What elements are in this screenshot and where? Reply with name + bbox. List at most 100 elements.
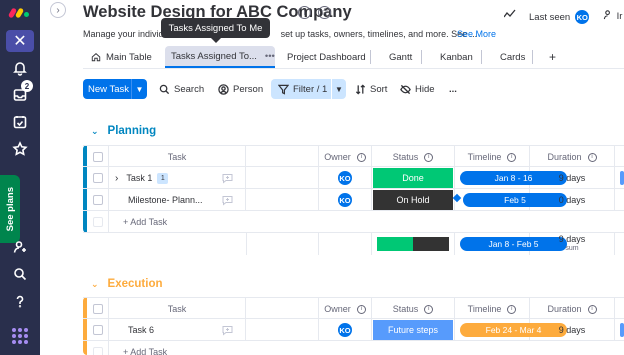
help-icon[interactable] [8, 290, 32, 312]
table-row[interactable]: Task 6 KO Future steps Feb 24 - Mar 4 9 … [83, 319, 624, 341]
summary-status-cell[interactable] [372, 233, 455, 255]
tab-gantt[interactable]: Gantt [389, 46, 412, 68]
duration-cell[interactable]: 9 days [530, 167, 615, 189]
row-checkbox[interactable] [92, 173, 103, 183]
hide-button[interactable]: Hide [400, 79, 435, 99]
add-task-input[interactable]: + Add Task [109, 341, 619, 355]
column-header-duration[interactable]: Duration i [530, 298, 615, 320]
select-all-checkbox[interactable] [92, 152, 103, 162]
status-cell[interactable]: On Hold [372, 189, 455, 211]
row-checkbox[interactable] [92, 195, 103, 205]
monday-logo[interactable] [7, 5, 32, 19]
info-icon[interactable]: i [587, 304, 597, 314]
sort-button[interactable]: Sort [355, 79, 387, 99]
group-title-execution[interactable]: ⌄ Execution [91, 278, 163, 290]
select-all-checkbox[interactable] [92, 304, 103, 314]
row-checkbox-cell[interactable] [87, 319, 109, 341]
more-actions-icon[interactable]: ... [449, 79, 457, 99]
column-header-status[interactable]: Status i [372, 146, 455, 168]
table-row[interactable]: Milestone- Plann... KO On Hold Feb 5 0 d… [83, 189, 624, 211]
column-header-owner[interactable]: Owner i [319, 298, 372, 320]
chevron-down-icon[interactable]: ⌄ [91, 279, 99, 290]
column-header-status[interactable]: Status i [372, 298, 455, 320]
chevron-down-icon[interactable]: ⌄ [91, 126, 99, 137]
search-icon[interactable] [8, 263, 32, 285]
invite-button[interactable]: Ir [603, 9, 622, 22]
task-cell[interactable]: › Task 1 1 [109, 167, 209, 189]
disabled-checkbox [92, 347, 103, 355]
add-task-input[interactable]: + Add Task [109, 211, 619, 233]
last-seen[interactable]: Last seen KO [529, 9, 591, 25]
see-more-link[interactable]: See More [457, 29, 496, 39]
board-description: Manage your individu set up tasks, owners… [83, 29, 477, 39]
new-task-button[interactable]: New Task ▼ [83, 79, 147, 99]
owner-cell[interactable]: KO [319, 167, 372, 189]
expand-subitems-chevron-icon[interactable]: › [115, 173, 118, 184]
info-icon[interactable]: i [424, 304, 434, 314]
workspace-icon[interactable]: ✕ [6, 30, 34, 52]
last-seen-label: Last seen [529, 11, 571, 23]
info-icon[interactable]: i [507, 152, 517, 162]
column-header-timeline[interactable]: Timeline i [455, 146, 530, 168]
owner-cell[interactable]: KO [319, 189, 372, 211]
row-checkbox-cell[interactable] [87, 189, 109, 211]
row-checkbox[interactable] [92, 325, 103, 335]
column-header-duration[interactable]: Duration i [530, 146, 615, 168]
group-title-planning[interactable]: ⌄ Planning [91, 125, 156, 137]
filter-button[interactable]: Filter / 1 [271, 79, 331, 99]
sort-icon [355, 83, 366, 95]
tab-kanban[interactable]: Kanban [440, 46, 473, 68]
info-icon[interactable]: i [424, 152, 434, 162]
duration-cell[interactable]: 9 days [530, 319, 615, 341]
summary-owner [319, 233, 372, 255]
column-header-owner[interactable]: Owner i [319, 146, 372, 168]
search-button[interactable]: Search [159, 79, 204, 99]
task-cell[interactable]: Milestone- Plann... [109, 189, 209, 211]
info-icon[interactable]: i [356, 152, 366, 162]
status-cell[interactable]: Future steps [372, 319, 455, 341]
collapse-sidebar-button[interactable]: › [50, 2, 66, 18]
column-header-task[interactable]: Task [109, 298, 246, 320]
timeline-cell[interactable]: Jan 8 - 16 [455, 167, 567, 189]
updates-cell[interactable] [209, 319, 246, 341]
tab-project-dashboard[interactable]: Project Dashboard [287, 46, 366, 68]
board-info-icon[interactable]: i [298, 6, 311, 19]
table-row[interactable]: › Task 1 1 KO Done Jan 8 - 16 9 days [83, 167, 624, 189]
see-plans-button[interactable]: See plans [0, 175, 20, 243]
task-cell[interactable]: Task 6 [109, 319, 209, 341]
invite-members-icon[interactable] [8, 236, 32, 258]
person-filter-button[interactable]: Person [218, 79, 263, 99]
add-task-row[interactable]: + Add Task [83, 211, 624, 233]
add-task-row[interactable]: + Add Task [83, 341, 624, 355]
subitems-count[interactable]: 1 [157, 172, 169, 184]
activity-icon[interactable] [504, 9, 516, 19]
column-header-timeline[interactable]: Timeline i [455, 298, 530, 320]
updates-cell[interactable] [209, 189, 246, 211]
duration-cell[interactable]: 0 days [530, 189, 615, 211]
tab-tasks-assigned-to-me[interactable]: Tasks Assigned To... ••• [165, 46, 275, 68]
timeline-cell[interactable]: Feb 24 - Mar 4 [455, 319, 567, 341]
filter-chevron-down-icon[interactable]: ▼ [331, 79, 346, 99]
updates-cell[interactable] [209, 167, 246, 189]
tab-main-table[interactable]: Main Table [91, 46, 152, 68]
favorites-star-icon[interactable] [8, 138, 32, 160]
status-cell[interactable]: Done [372, 167, 455, 189]
add-view-icon[interactable]: + [549, 46, 556, 68]
bell-icon[interactable] [8, 57, 32, 79]
info-icon[interactable]: i [507, 304, 517, 314]
row-checkbox-cell[interactable] [87, 167, 109, 189]
apps-grid-icon[interactable] [12, 328, 28, 344]
favorite-star-icon[interactable]: ☆ [318, 6, 331, 19]
task-name: Task 6 [128, 325, 155, 335]
chevron-down-icon[interactable]: ▼ [132, 85, 147, 94]
tab-more-icon[interactable]: ••• [265, 51, 275, 62]
select-all-checkbox-cell[interactable] [87, 298, 109, 320]
owner-cell[interactable]: KO [319, 319, 372, 341]
my-work-icon[interactable] [8, 111, 32, 133]
tab-cards[interactable]: Cards [500, 46, 525, 68]
column-header-task[interactable]: Task [109, 146, 246, 168]
info-icon[interactable]: i [356, 304, 366, 314]
timeline-cell[interactable]: Feb 5 [452, 189, 567, 211]
info-icon[interactable]: i [587, 152, 597, 162]
select-all-checkbox-cell[interactable] [87, 146, 109, 168]
